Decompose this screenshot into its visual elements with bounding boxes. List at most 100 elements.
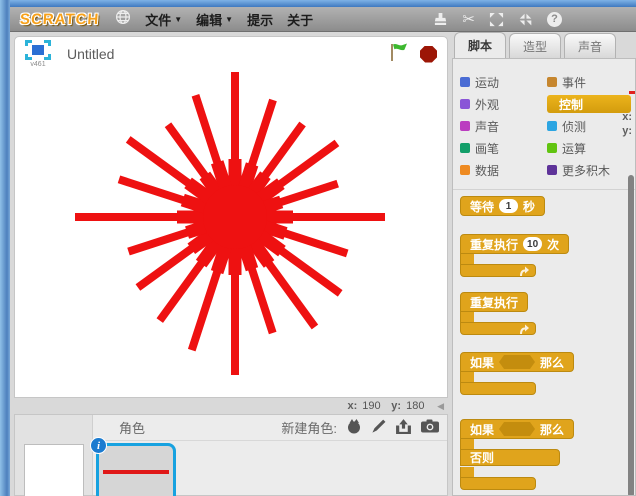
palette-scrollbar[interactable] (628, 175, 634, 495)
menu-tips[interactable]: 提示 (247, 10, 273, 29)
category-more[interactable]: 更多积木 (547, 162, 634, 179)
block-text: 重复执行 (470, 295, 519, 310)
category-color-swatch (460, 99, 470, 109)
category-color-swatch (460, 165, 470, 175)
sprite-costume-red-line (103, 470, 169, 474)
window-left-border (0, 0, 10, 496)
category-color-swatch (460, 77, 470, 87)
c-block-bottom (460, 382, 536, 395)
sprites-label: 角色 (119, 421, 146, 436)
category-data[interactable]: 数据 (460, 162, 547, 179)
block-text: 等待 (470, 199, 495, 214)
stage-panel: v461 Untitled x: 190 y: 180 ◀ 角色 新建角色: i (10, 32, 452, 496)
c-block-spine (460, 254, 474, 264)
loop-arrow-icon (520, 266, 529, 276)
menu-file-label: 文件 (145, 12, 172, 28)
block-if-else[interactable]: 如果 那么 否则 (460, 419, 635, 490)
c-block-bottom (460, 322, 536, 335)
loop-arrow-icon (520, 324, 529, 334)
stage-icon (25, 40, 51, 60)
tab-sounds[interactable]: 声音 (564, 33, 617, 58)
palette-divider (453, 189, 635, 190)
boolean-input[interactable] (499, 422, 536, 436)
boolean-input[interactable] (499, 355, 536, 369)
stage-thumbnail[interactable] (24, 444, 84, 496)
category-control[interactable]: 控制 (547, 95, 631, 113)
camera-sprite-icon[interactable] (421, 419, 439, 436)
stage-select-button[interactable]: v461 (25, 40, 51, 68)
category-label: 数据 (475, 163, 500, 178)
run-controls (388, 42, 437, 67)
block-text: 重复执行 (470, 237, 519, 252)
tab-costumes[interactable]: 造型 (509, 33, 562, 58)
category-label: 事件 (562, 75, 587, 90)
category-pen[interactable]: 画笔 (460, 140, 547, 157)
menubar: SCRATCH 文件 ▼ 编辑 ▼ 提示 关于 ✂ ? (10, 7, 636, 32)
block-wait[interactable]: 等待 1 秒 (460, 196, 635, 216)
menu-edit[interactable]: 编辑 ▼ (196, 10, 233, 29)
red-line-sliver (629, 91, 635, 94)
stage-thumbnail-column (15, 415, 93, 496)
grow-icon[interactable] (489, 12, 504, 27)
block-forever[interactable]: 重复执行 (460, 292, 635, 335)
menu-about[interactable]: 关于 (287, 10, 313, 29)
else-label: 否则 (460, 449, 560, 466)
c-block-spine (460, 467, 474, 477)
chevron-down-icon: ▼ (225, 14, 234, 24)
tab-scripts[interactable]: 脚本 (454, 32, 507, 58)
block-repeat[interactable]: 重复执行 10 次 (460, 234, 635, 277)
block-if[interactable]: 如果 那么 (460, 352, 635, 395)
number-input[interactable]: 10 (523, 237, 543, 251)
sprite-info-icon[interactable]: i (90, 437, 107, 454)
scratch-window: SCRATCH 文件 ▼ 编辑 ▼ 提示 关于 ✂ ? v461 Untitle… (0, 0, 636, 496)
mouse-y-value: 180 (406, 400, 425, 412)
category-motion[interactable]: 运动 (460, 74, 547, 91)
stage-header: v461 Untitled (15, 37, 447, 71)
sprite-thumbnail-selected[interactable]: i (90, 437, 176, 496)
language-globe-icon[interactable] (115, 9, 131, 30)
category-sensing[interactable]: 侦测 (547, 118, 634, 135)
block-text: 那么 (540, 355, 565, 370)
green-flag-icon[interactable] (388, 42, 410, 67)
c-block-spine (460, 372, 474, 382)
category-label: 运算 (562, 141, 587, 156)
stop-sign-icon[interactable] (420, 45, 437, 63)
category-color-swatch (547, 165, 557, 175)
collapse-stage-icon[interactable]: ◀ (437, 401, 444, 412)
category-color-swatch (460, 121, 470, 131)
category-label: 声音 (475, 119, 500, 134)
category-color-swatch (547, 143, 557, 153)
block-palette: 运动 外观 声音 画笔 数据 事件 控制 侦测 运算 更多积木 等待 1 秒重复执行 10 次重复执行 如果… (452, 58, 636, 496)
mouse-y-label: y: (391, 400, 402, 412)
c-block-spine (460, 312, 474, 322)
category-label: 侦测 (562, 119, 587, 134)
new-sprite-library-icon[interactable] (346, 418, 362, 437)
category-color-swatch (547, 77, 557, 87)
category-label: 画笔 (475, 141, 500, 156)
upload-sprite-icon[interactable] (395, 418, 412, 437)
chevron-down-icon: ▼ (174, 14, 183, 24)
help-icon[interactable]: ? (547, 11, 562, 27)
scissors-icon[interactable]: ✂ (462, 12, 475, 27)
category-operators[interactable]: 运算 (547, 140, 634, 157)
scripts-panel: 脚本 造型 声音 运动 外观 声音 画笔 数据 事件 控制 侦测 运算 更多积木 等待 1 秒重复执行… (452, 32, 636, 496)
stamp-icon[interactable] (433, 12, 448, 27)
stage-canvas[interactable] (15, 71, 447, 397)
stage: v461 Untitled (14, 36, 448, 398)
block-text: 秒 (523, 199, 536, 214)
paint-new-sprite-icon[interactable] (371, 419, 386, 437)
category-events[interactable]: 事件 (547, 74, 634, 91)
menu-edit-label: 编辑 (196, 12, 223, 28)
menu-file[interactable]: 文件 ▼ (145, 10, 182, 29)
number-input[interactable]: 1 (499, 199, 519, 213)
mouse-coords: x: 190 y: 180 ◀ (14, 398, 448, 414)
palette-categories: 运动外观声音画笔数据 事件控制侦测运算更多积木 (453, 59, 635, 181)
menu-about-label: 关于 (287, 12, 314, 28)
palette-blocks: 等待1秒重复执行10次重复执行如果那么如果那么否则在之前一直等待重复执行直到 (453, 196, 635, 495)
category-label: 外观 (475, 97, 500, 112)
category-color-swatch (460, 143, 470, 153)
shrink-icon[interactable] (518, 12, 533, 27)
category-sound[interactable]: 声音 (460, 118, 547, 135)
category-looks[interactable]: 外观 (460, 96, 547, 113)
mouse-x-value: 190 (362, 400, 381, 412)
